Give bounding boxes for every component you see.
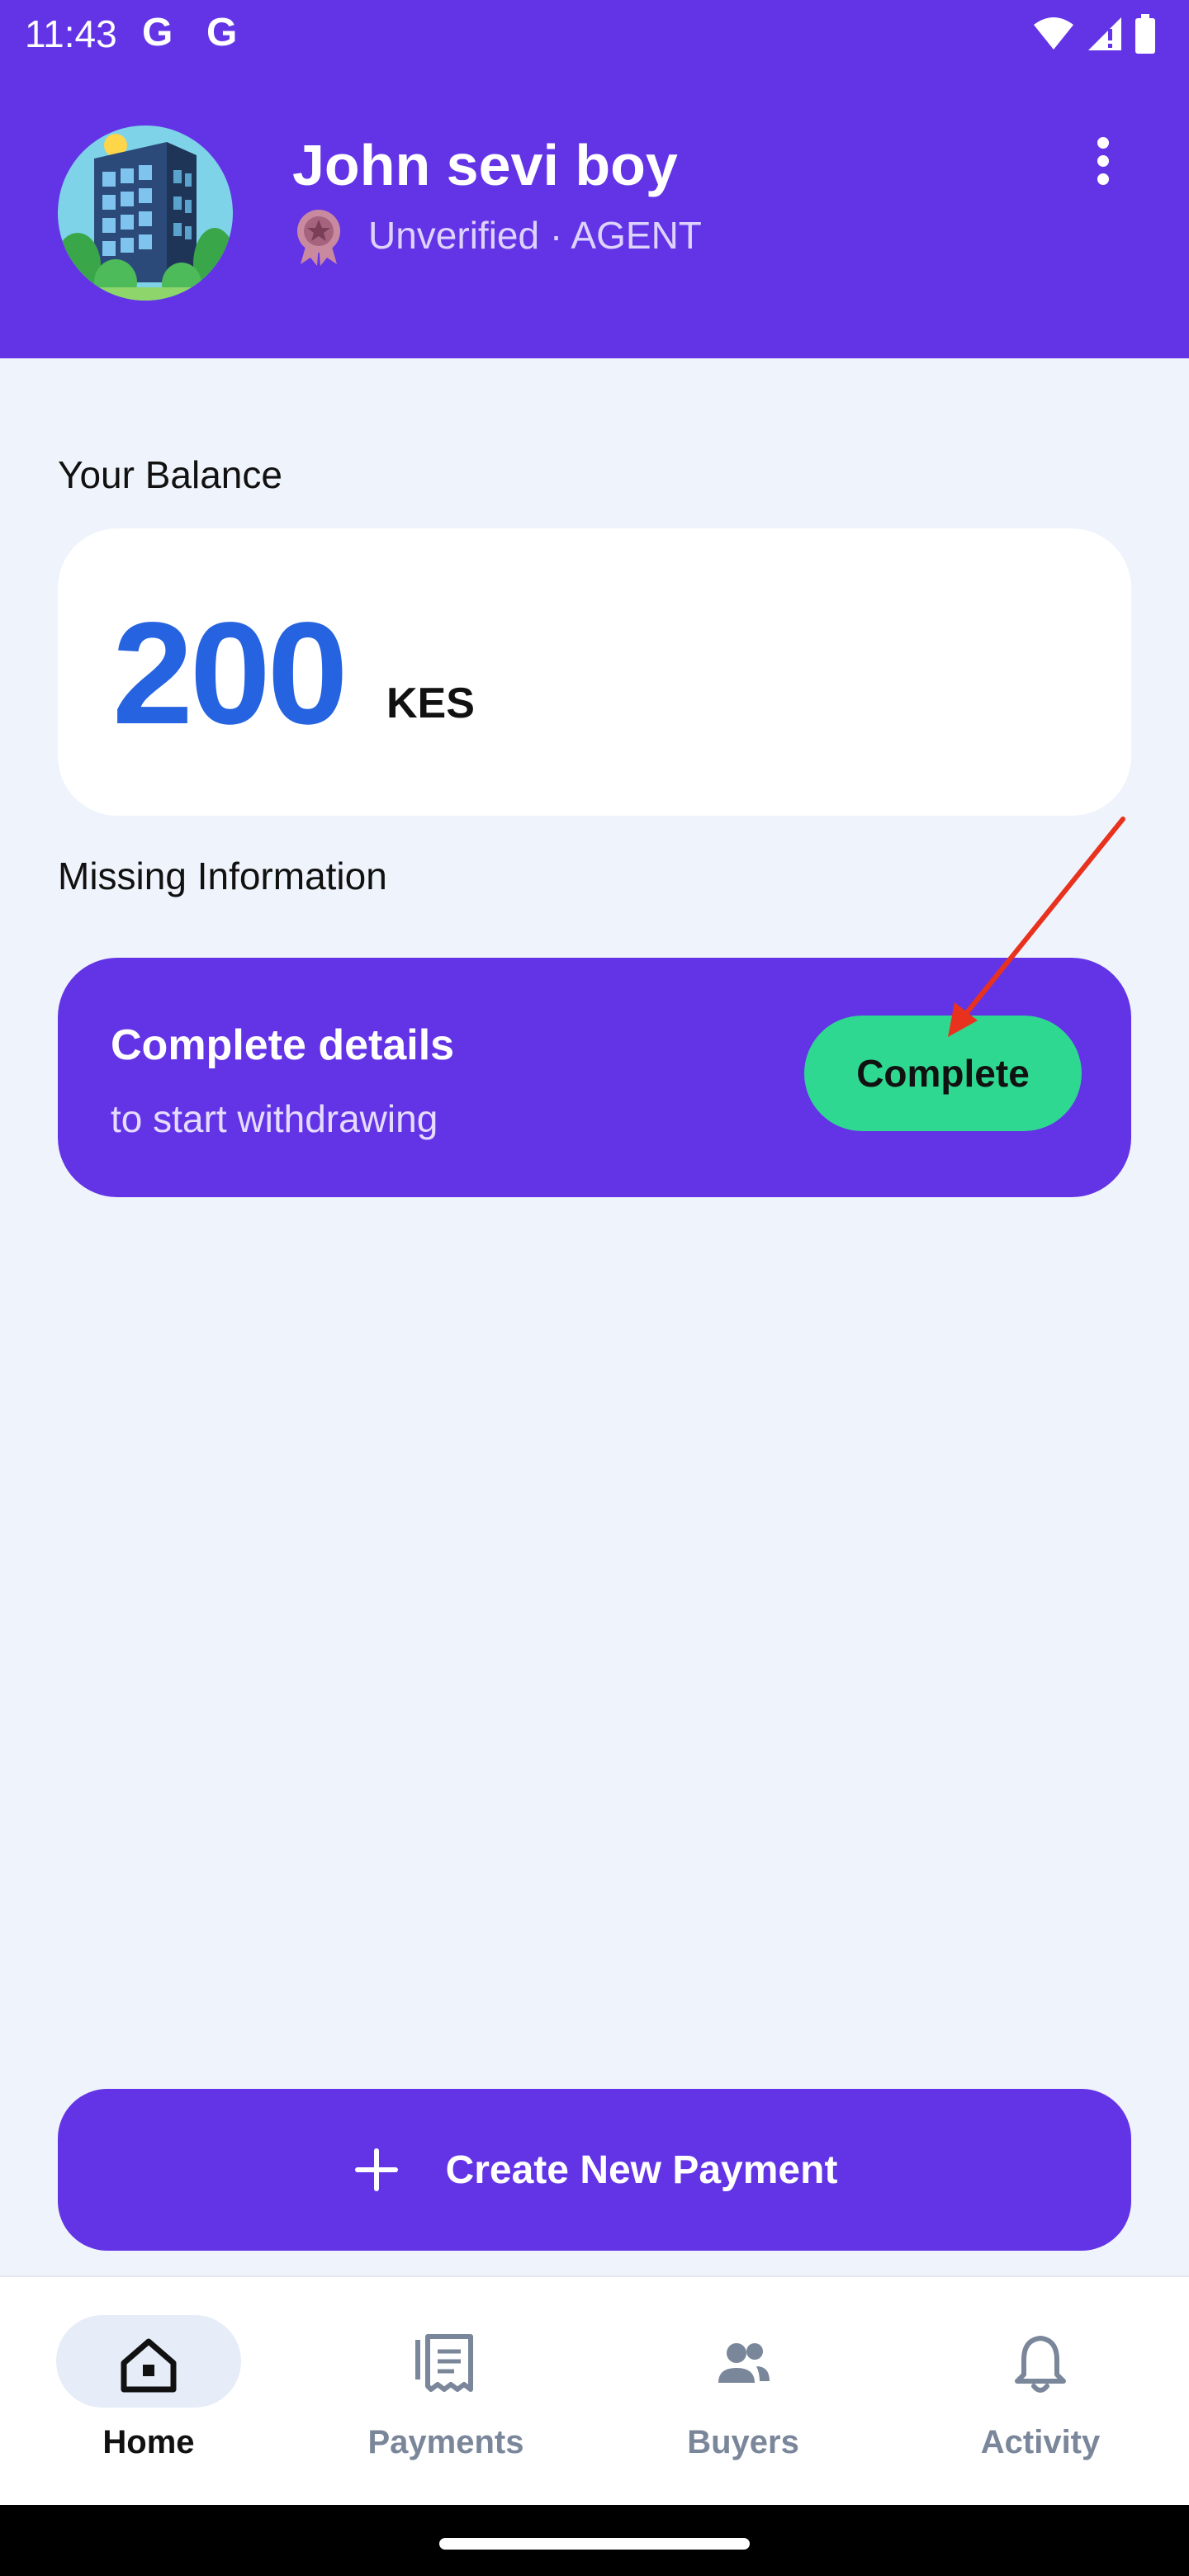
balance-value: 200 [112, 593, 348, 755]
user-name: John sevi boy [292, 133, 678, 197]
user-role: Unverified · AGENT [368, 214, 702, 257]
balance-label: Your Balance [58, 453, 282, 496]
receipt-icon [415, 2334, 473, 2392]
google-notification-icon: G [142, 11, 173, 54]
cellular-signal-icon [1088, 17, 1121, 50]
nav-item-home[interactable]: Home [0, 2277, 297, 2507]
avatar[interactable] [58, 125, 233, 301]
nav-item-buyers[interactable]: Buyers [594, 2277, 892, 2507]
create-new-payment-label: Create New Payment [445, 2147, 838, 2192]
status-bar: 11:43 G G [0, 0, 1189, 69]
more-options-button[interactable] [1082, 132, 1125, 190]
home-indicator[interactable] [439, 2538, 750, 2550]
battery-icon [1135, 14, 1155, 54]
system-navigation-bar [0, 2505, 1189, 2576]
nav-label-payments: Payments [367, 2424, 524, 2460]
create-new-payment-button[interactable]: Create New Payment [58, 2089, 1131, 2251]
nav-item-activity[interactable]: Activity [892, 2277, 1189, 2507]
status-icons [1032, 13, 1156, 54]
plus-icon [354, 2148, 398, 2191]
nav-label-activity: Activity [980, 2424, 1101, 2460]
people-icon [718, 2343, 770, 2383]
nav-item-payments[interactable]: Payments [297, 2277, 594, 2507]
building-avatar-icon [58, 125, 233, 301]
home-icon [121, 2338, 177, 2393]
nav-label-home: Home [102, 2424, 195, 2460]
balance-card: 200 KES [58, 528, 1131, 816]
balance-currency: KES [386, 680, 475, 727]
more-vertical-icon [1097, 155, 1109, 167]
status-time: 11:43 [25, 12, 117, 55]
more-vertical-icon [1097, 173, 1109, 185]
award-badge-icon [297, 210, 340, 266]
wifi-icon [1034, 17, 1073, 50]
missing-info-subtitle: to start withdrawing [111, 1097, 438, 1140]
missing-info-title: Complete details [111, 1021, 455, 1069]
bottom-navigation: Home Payments Buyers Activity [0, 2275, 1189, 2505]
missing-information-card: Complete details to start withdrawing Co… [58, 958, 1131, 1197]
missing-information-label: Missing Information [58, 855, 387, 897]
complete-button[interactable]: Complete [804, 1016, 1082, 1131]
profile-header: 11:43 G G John sevi boy Unverified · AGE… [0, 0, 1189, 358]
bell-icon [1015, 2336, 1066, 2393]
more-vertical-icon [1097, 137, 1109, 149]
nav-label-buyers: Buyers [687, 2424, 799, 2460]
google-notification-icon: G [206, 11, 238, 54]
